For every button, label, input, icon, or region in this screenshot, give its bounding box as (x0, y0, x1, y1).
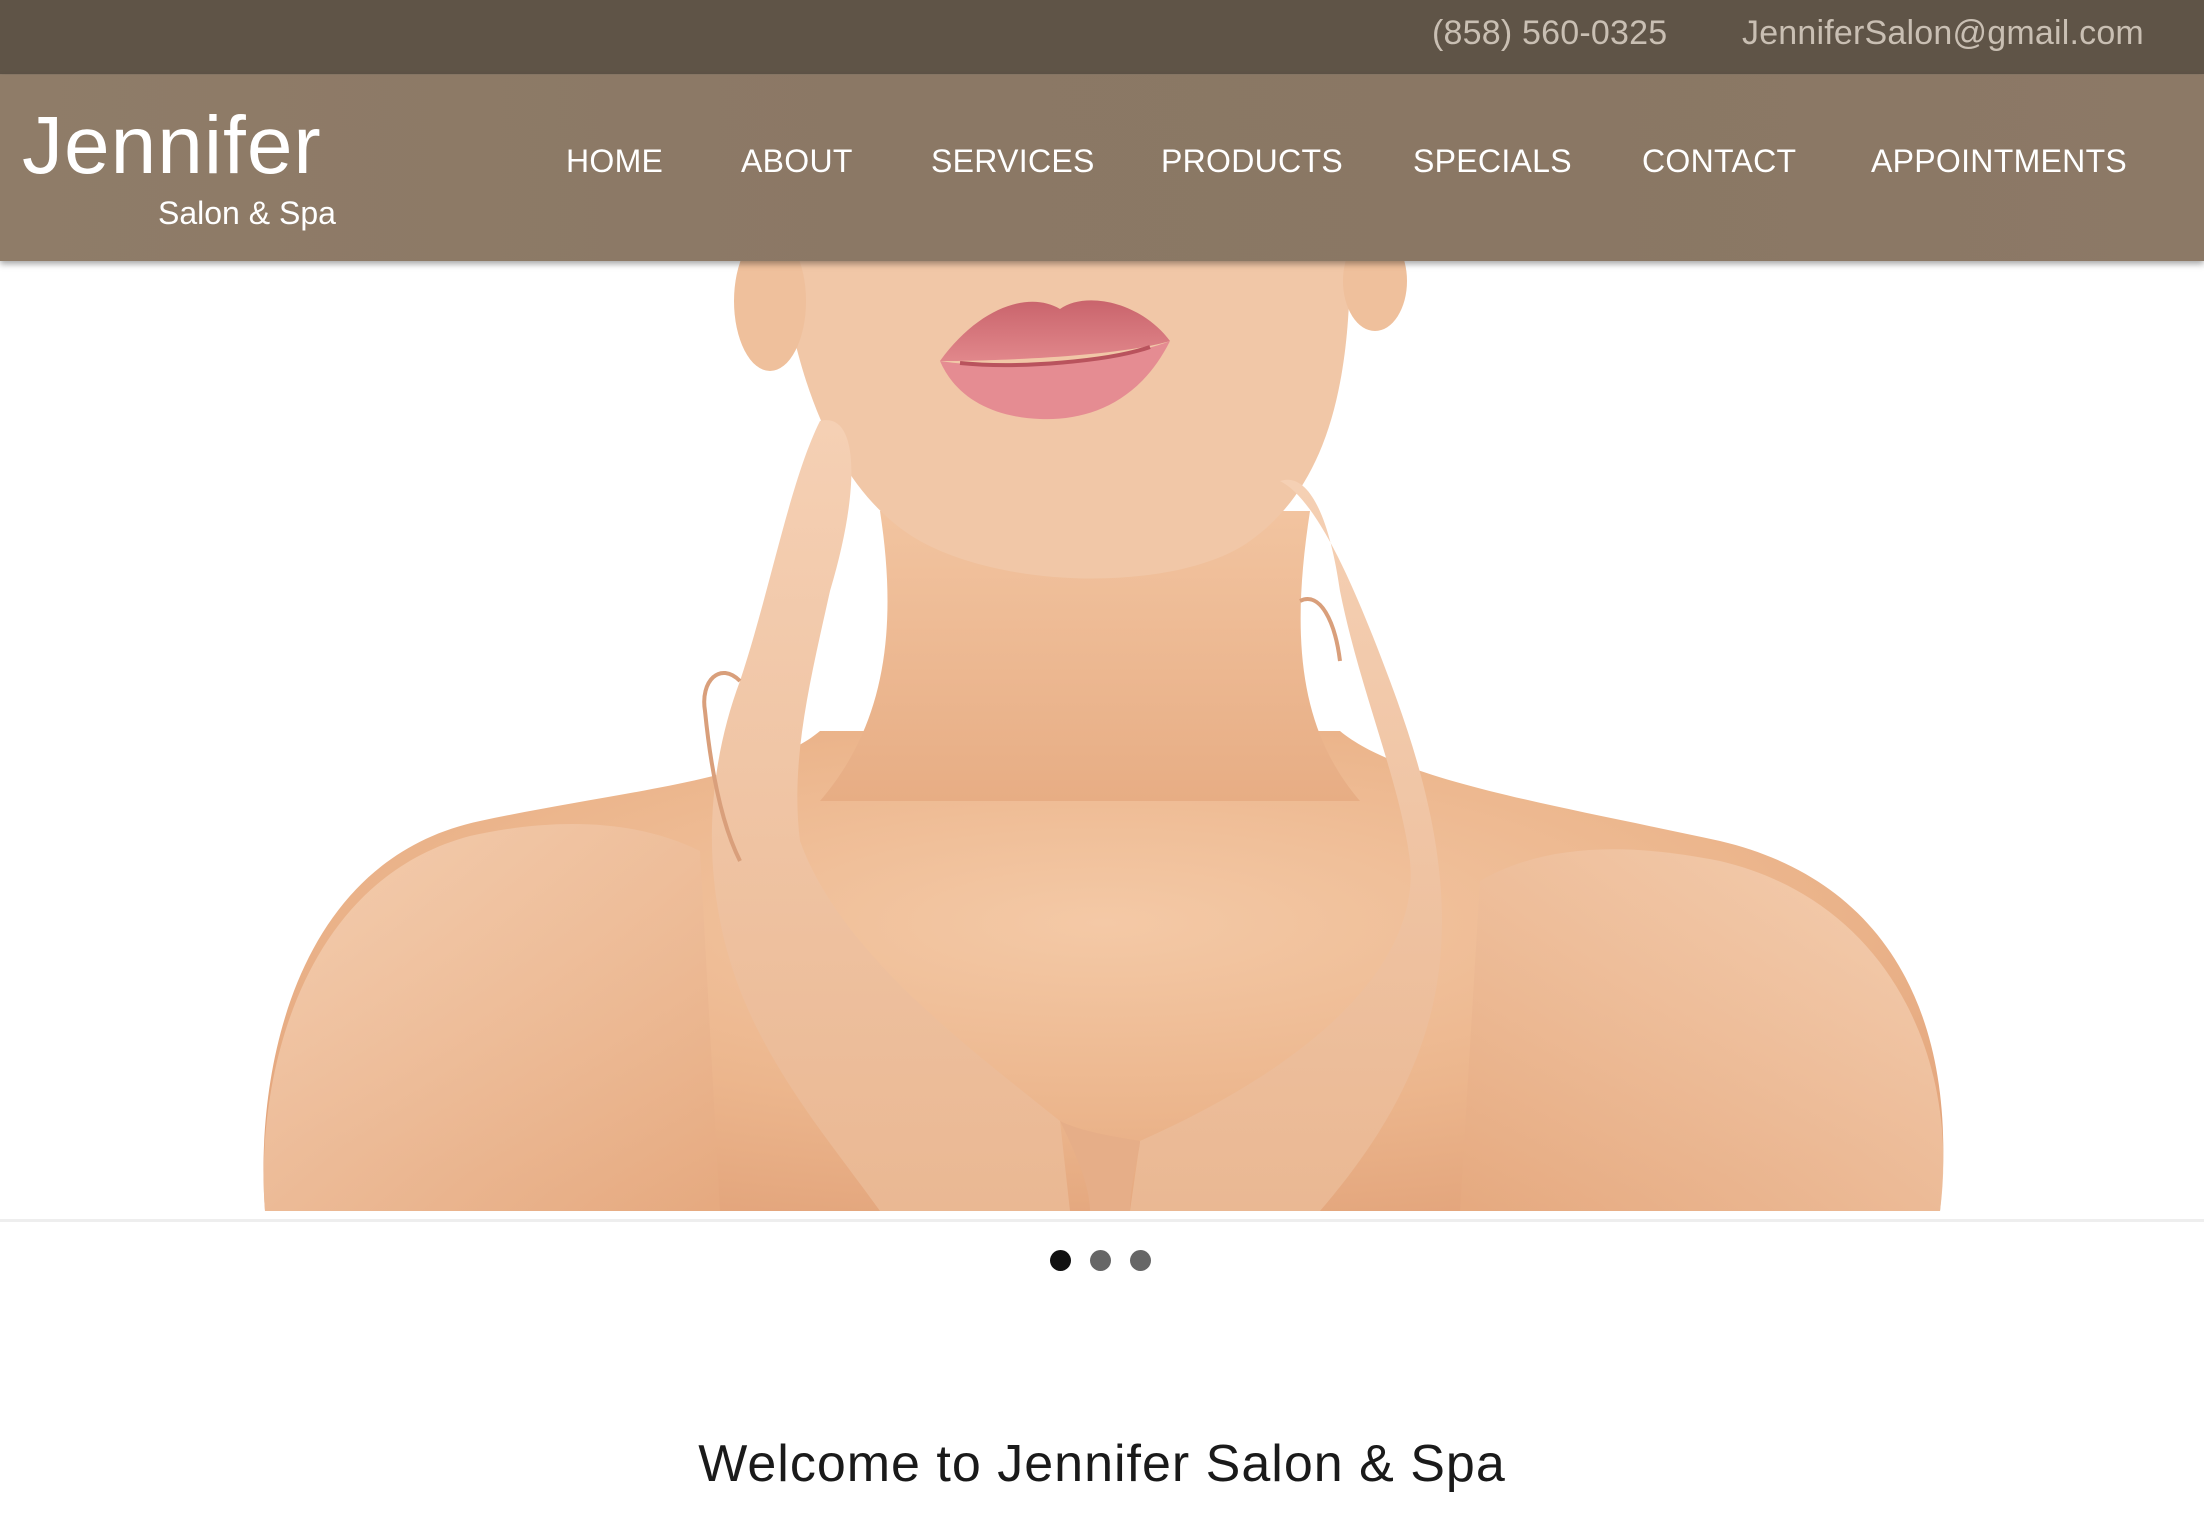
nav-item-home[interactable]: HOME (566, 143, 663, 180)
carousel-indicators (1050, 1250, 1180, 1272)
welcome-heading: Welcome to Jennifer Salon & Spa (698, 1435, 1506, 1493)
phone-link[interactable]: (858) 560-0325 (1432, 14, 1667, 53)
logo-subtitle: Salon & Spa (158, 195, 336, 231)
contact-bar: (858) 560-0325 JenniferSalon@gmail.com (0, 0, 2204, 75)
page: (858) 560-0325 JenniferSalon@gmail.com J… (0, 0, 2204, 1532)
carousel-dot-3[interactable] (1130, 1250, 1151, 1271)
nav-item-products[interactable]: PRODUCTS (1161, 143, 1343, 180)
hero-photo-illustration (0, 231, 2204, 1211)
carousel-dot-2[interactable] (1090, 1250, 1111, 1271)
hero-divider (0, 1219, 2204, 1222)
nav-item-specials[interactable]: SPECIALS (1413, 143, 1572, 180)
nav-item-contact[interactable]: CONTACT (1642, 143, 1796, 180)
email-link[interactable]: JenniferSalon@gmail.com (1742, 14, 2144, 53)
nav-item-services[interactable]: SERVICES (931, 143, 1095, 180)
nav-item-appointments[interactable]: APPOINTMENTS (1871, 143, 2127, 180)
nav-item-about[interactable]: ABOUT (741, 143, 853, 180)
main-nav: HOME ABOUT SERVICES PRODUCTS SPECIALS CO… (0, 143, 2204, 193)
site-header: Jennifer Salon & Spa HOME ABOUT SERVICES… (0, 75, 2204, 261)
hero-slide-image (0, 231, 2204, 1211)
carousel-dot-1[interactable] (1050, 1250, 1071, 1271)
